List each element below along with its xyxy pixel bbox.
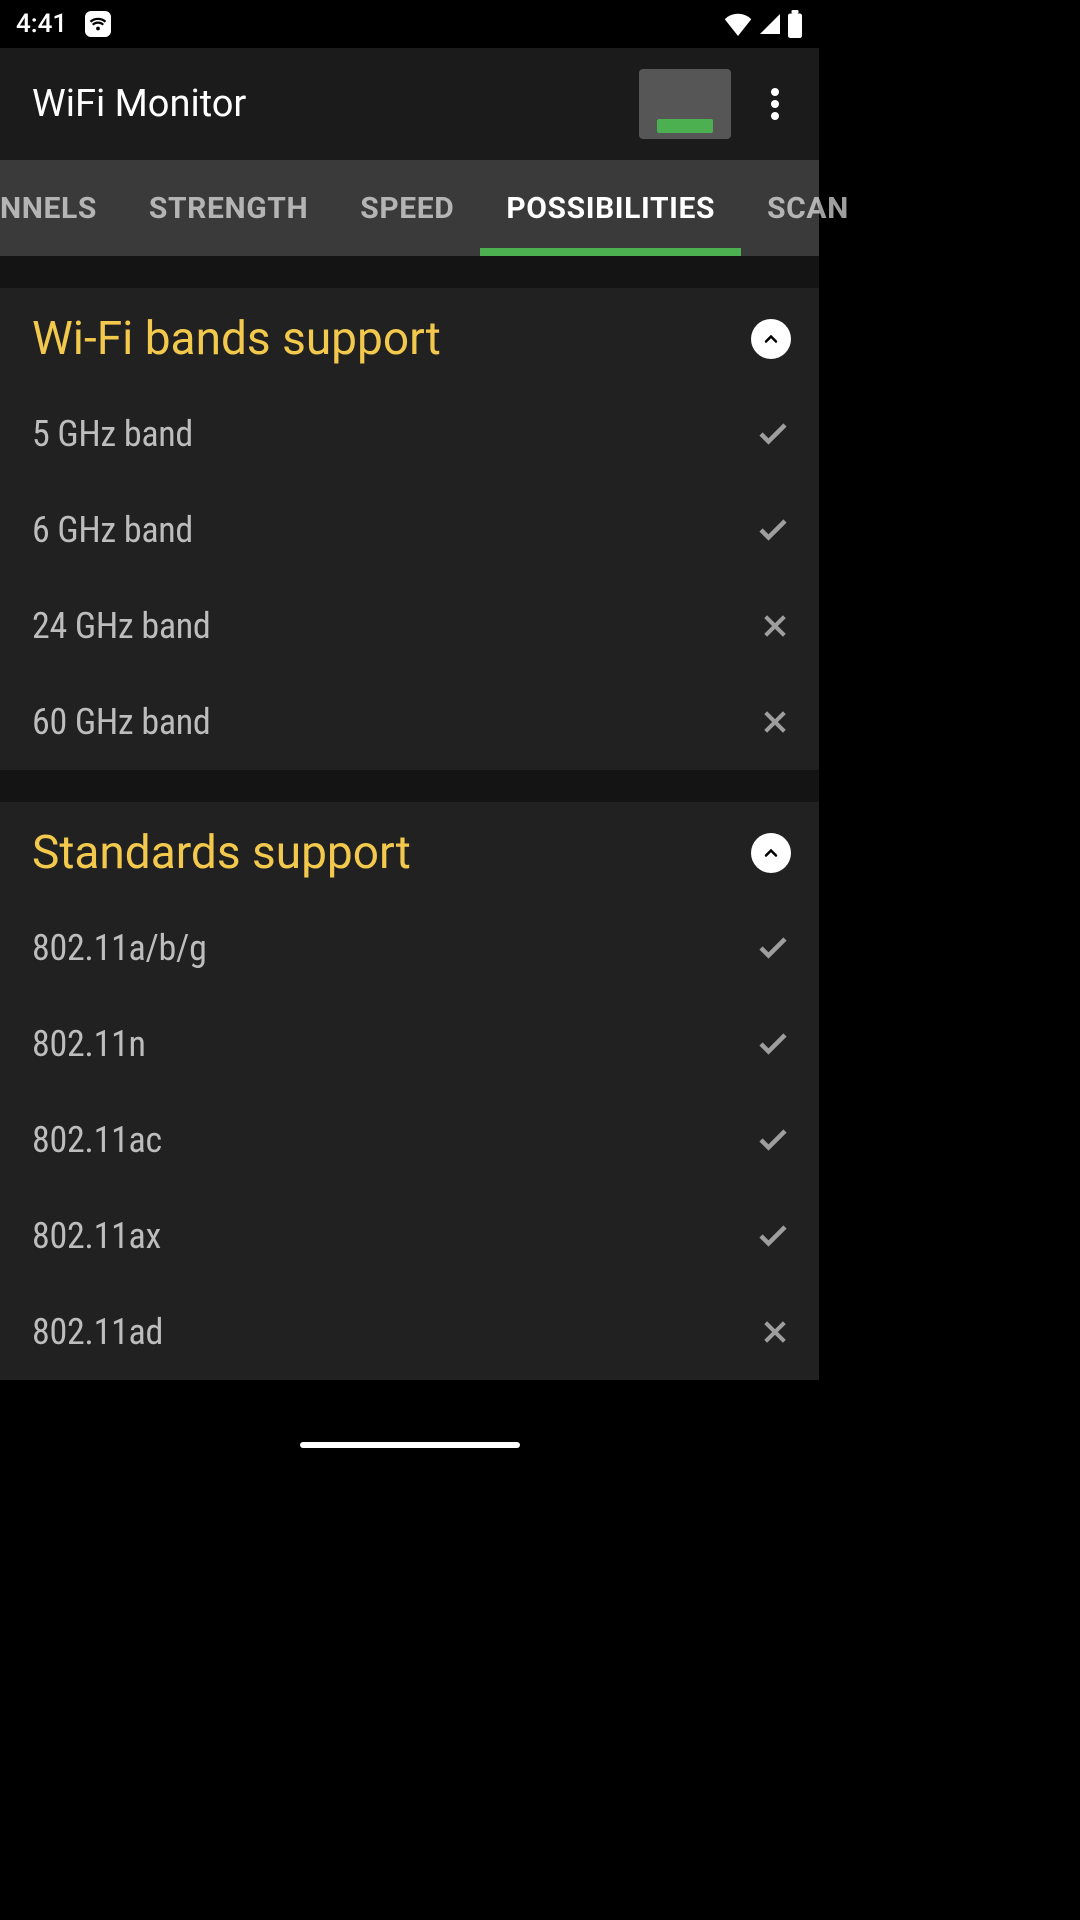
battery-icon [787, 10, 803, 38]
row-label: 802.11ax [32, 1215, 161, 1257]
chevron-up-icon [761, 329, 781, 349]
app-bar: WiFi Monitor [0, 48, 819, 160]
check-icon [755, 930, 791, 966]
collapse-button[interactable] [751, 319, 791, 359]
cell-signal-icon [757, 12, 783, 36]
row-label: 802.11ad [32, 1311, 163, 1353]
row-label: 802.11n [32, 1023, 146, 1065]
wifi-analyzer-icon [85, 11, 111, 37]
row-label: 802.11ac [32, 1119, 162, 1161]
tab-channels[interactable]: NNELS [0, 160, 123, 256]
content-area[interactable]: Wi-Fi bands support 5 GHz band 6 GHz ban… [0, 256, 819, 1380]
status-bar: 4:41 [0, 0, 819, 48]
row-label: 60 GHz band [32, 701, 210, 743]
nav-bar-area [0, 1408, 819, 1456]
signal-bar-icon [657, 119, 713, 133]
app-title: WiFi Monitor [32, 82, 627, 126]
tab-speed[interactable]: SPEED [334, 160, 480, 256]
list-item: 802.11n [0, 996, 819, 1092]
collapse-button[interactable] [751, 833, 791, 873]
tab-strength[interactable]: STRENGTH [123, 160, 334, 256]
tab-possibilities[interactable]: POSSIBILITIES [480, 160, 741, 256]
list-item: 6 GHz band [0, 482, 819, 578]
list-item: 802.11ad [0, 1284, 819, 1380]
close-icon [759, 706, 791, 738]
list-item: 60 GHz band [0, 674, 819, 770]
tab-label: STRENGTH [149, 191, 308, 226]
list-item: 5 GHz band [0, 386, 819, 482]
chevron-up-icon [761, 843, 781, 863]
section-bands: Wi-Fi bands support 5 GHz band 6 GHz ban… [0, 288, 819, 770]
row-label: 5 GHz band [32, 413, 193, 455]
tab-label: SCAN [767, 191, 849, 226]
tab-label: POSSIBILITIES [506, 191, 715, 226]
more-vert-icon [771, 86, 779, 122]
section-standards: Standards support 802.11a/b/g 802.11n 80… [0, 802, 819, 1380]
tab-bar[interactable]: NNELS STRENGTH SPEED POSSIBILITIES SCAN [0, 160, 819, 256]
tab-label: NNELS [0, 191, 97, 226]
status-left: 4:41 [16, 9, 111, 39]
list-item: 802.11a/b/g [0, 900, 819, 996]
tab-label: SPEED [360, 191, 454, 226]
row-label: 24 GHz band [32, 605, 210, 647]
section-title: Standards support [32, 826, 411, 880]
wifi-icon [723, 12, 753, 36]
check-icon [755, 1122, 791, 1158]
row-label: 6 GHz band [32, 509, 193, 551]
home-indicator[interactable] [300, 1442, 520, 1448]
close-icon [759, 610, 791, 642]
signal-widget[interactable] [639, 69, 731, 139]
check-icon [755, 1026, 791, 1062]
tab-scan[interactable]: SCAN [741, 160, 875, 256]
check-icon [755, 416, 791, 452]
list-item: 24 GHz band [0, 578, 819, 674]
section-title: Wi-Fi bands support [32, 312, 441, 366]
close-icon [759, 1316, 791, 1348]
status-time: 4:41 [16, 9, 67, 39]
status-right [723, 10, 803, 38]
check-icon [755, 1218, 791, 1254]
section-header[interactable]: Standards support [0, 802, 819, 900]
more-button[interactable] [751, 80, 799, 128]
row-label: 802.11a/b/g [32, 927, 207, 969]
section-header[interactable]: Wi-Fi bands support [0, 288, 819, 386]
list-item: 802.11ax [0, 1188, 819, 1284]
list-item: 802.11ac [0, 1092, 819, 1188]
check-icon [755, 512, 791, 548]
